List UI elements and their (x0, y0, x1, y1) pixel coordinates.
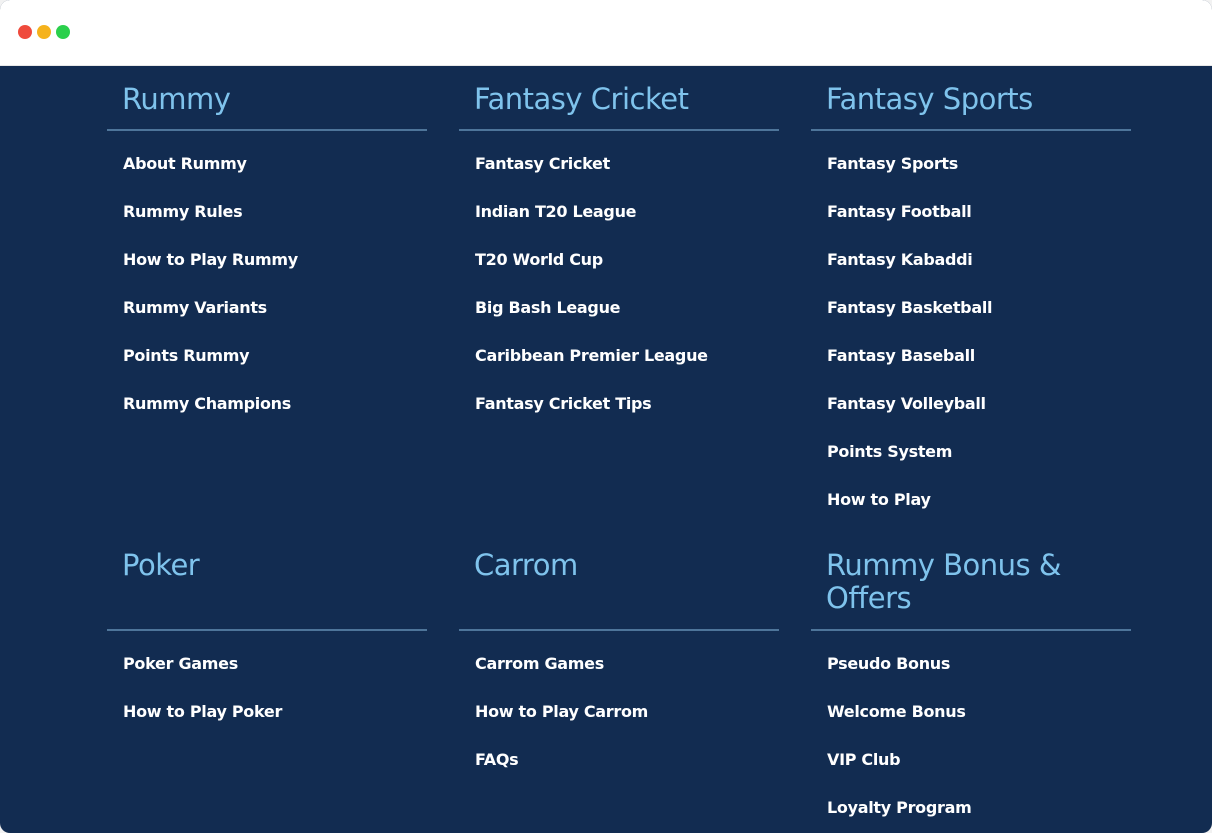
link-rummy-champions[interactable]: Rummy Champions (123, 394, 291, 414)
link-rummy-variants[interactable]: Rummy Variants (123, 298, 267, 318)
list-item: Big Bash League (475, 298, 708, 346)
list-item: About Rummy (123, 154, 298, 202)
link-faqs[interactable]: FAQs (475, 750, 519, 770)
link-carrom-games[interactable]: Carrom Games (475, 654, 604, 674)
section-title: Fantasy Cricket (474, 82, 689, 116)
list-item: How to Play Poker (123, 702, 282, 750)
list-item: Fantasy Kabaddi (827, 250, 992, 298)
section-title: Carrom (474, 548, 578, 582)
list-item: Fantasy Cricket Tips (475, 394, 708, 442)
window-titlebar (0, 0, 1212, 66)
list-item: Rummy Variants (123, 298, 298, 346)
link-fantasy-basketball[interactable]: Fantasy Basketball (827, 298, 993, 318)
minimize-window-button[interactable] (37, 25, 51, 39)
list-item: Fantasy Cricket (475, 154, 708, 202)
footer-links-area: Rummy About Rummy Rummy Rules How to Pla… (0, 66, 1212, 833)
section-divider (459, 629, 779, 631)
section-divider (107, 629, 427, 631)
list-item: Points System (827, 442, 992, 490)
link-welcome-bonus[interactable]: Welcome Bonus (827, 702, 966, 722)
list-item: T20 World Cup (475, 250, 708, 298)
section-divider (459, 129, 779, 131)
section-link-list: Pseudo Bonus Welcome Bonus VIP Club Loya… (827, 654, 972, 833)
link-fantasy-kabaddi[interactable]: Fantasy Kabaddi (827, 250, 973, 270)
list-item: Caribbean Premier League (475, 346, 708, 394)
list-item: Indian T20 League (475, 202, 708, 250)
list-item: Fantasy Sports (827, 154, 992, 202)
list-item: Fantasy Volleyball (827, 394, 992, 442)
section-link-list: Fantasy Cricket Indian T20 League T20 Wo… (475, 154, 708, 442)
list-item: Loyalty Program (827, 798, 972, 833)
link-fantasy-cricket[interactable]: Fantasy Cricket (475, 154, 610, 174)
link-big-bash-league[interactable]: Big Bash League (475, 298, 621, 318)
list-item: Carrom Games (475, 654, 648, 702)
list-item: How to Play Rummy (123, 250, 298, 298)
section-title: Fantasy Sports (826, 82, 1033, 116)
list-item: How to Play (827, 490, 992, 538)
section-divider (811, 629, 1131, 631)
link-vip-club[interactable]: VIP Club (827, 750, 901, 770)
section-title: Rummy (122, 82, 231, 116)
list-item: Rummy Rules (123, 202, 298, 250)
link-how-to-play-carrom[interactable]: How to Play Carrom (475, 702, 648, 722)
link-poker-games[interactable]: Poker Games (123, 654, 238, 674)
link-how-to-play[interactable]: How to Play (827, 490, 931, 510)
section-title: Poker (122, 548, 200, 582)
section-link-list: About Rummy Rummy Rules How to Play Rumm… (123, 154, 298, 442)
section-link-list: Carrom Games How to Play Carrom FAQs (475, 654, 648, 798)
browser-window: Rummy About Rummy Rummy Rules How to Pla… (0, 0, 1212, 833)
list-item: Fantasy Baseball (827, 346, 992, 394)
list-item: Poker Games (123, 654, 282, 702)
link-fantasy-football[interactable]: Fantasy Football (827, 202, 972, 222)
list-item: Rummy Champions (123, 394, 298, 442)
link-points-rummy[interactable]: Points Rummy (123, 346, 250, 366)
section-link-list: Poker Games How to Play Poker (123, 654, 282, 750)
link-fantasy-volleyball[interactable]: Fantasy Volleyball (827, 394, 986, 414)
link-pseudo-bonus[interactable]: Pseudo Bonus (827, 654, 950, 674)
list-item: Fantasy Football (827, 202, 992, 250)
section-divider (811, 129, 1131, 131)
list-item: Points Rummy (123, 346, 298, 394)
close-window-button[interactable] (18, 25, 32, 39)
link-how-to-play-poker[interactable]: How to Play Poker (123, 702, 282, 722)
list-item: FAQs (475, 750, 648, 798)
list-item: VIP Club (827, 750, 971, 798)
list-item: Pseudo Bonus (827, 654, 971, 702)
link-about-rummy[interactable]: About Rummy (123, 154, 247, 174)
link-indian-t20-league[interactable]: Indian T20 League (475, 202, 637, 222)
list-item: Welcome Bonus (827, 702, 971, 750)
link-loyalty-program[interactable]: Loyalty Program (827, 798, 972, 818)
link-fantasy-baseball[interactable]: Fantasy Baseball (827, 346, 975, 366)
link-caribbean-premier-league[interactable]: Caribbean Premier League (475, 346, 708, 366)
link-t20-world-cup[interactable]: T20 World Cup (475, 250, 603, 270)
section-link-list: Fantasy Sports Fantasy Football Fantasy … (827, 154, 993, 538)
list-item: Fantasy Basketball (827, 298, 993, 346)
list-item: How to Play Carrom (475, 702, 648, 750)
link-points-system[interactable]: Points System (827, 442, 952, 462)
link-fantasy-cricket-tips[interactable]: Fantasy Cricket Tips (475, 394, 652, 414)
link-how-to-play-rummy[interactable]: How to Play Rummy (123, 250, 298, 270)
section-title: Rummy Bonus & Offers (826, 548, 1061, 615)
link-rummy-rules[interactable]: Rummy Rules (123, 202, 243, 222)
section-divider (107, 129, 427, 131)
maximize-window-button[interactable] (56, 25, 70, 39)
link-fantasy-sports[interactable]: Fantasy Sports (827, 154, 958, 174)
